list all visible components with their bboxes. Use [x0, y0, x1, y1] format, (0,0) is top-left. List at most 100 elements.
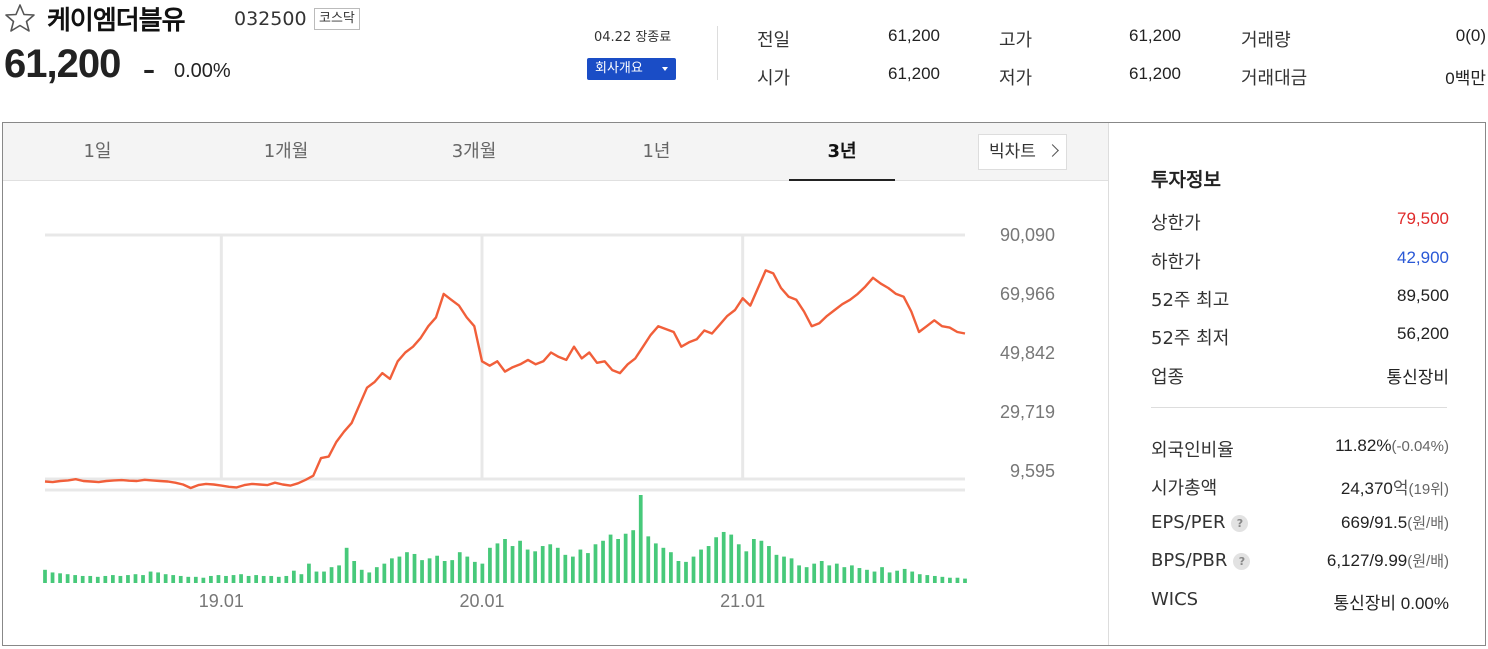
- stock-code: 032500: [234, 8, 307, 30]
- y-tick-label: 69,966: [1000, 284, 1055, 304]
- volume-bar: [126, 575, 130, 583]
- volume-bar: [751, 539, 756, 583]
- volume-bar: [254, 575, 259, 583]
- volume-bar: [103, 575, 108, 583]
- bps-pbr-value: 6,127/9.99(원/배): [1327, 550, 1449, 571]
- low52-label: 52주 최저: [1151, 328, 1230, 349]
- tab-1month[interactable]: 1개월: [192, 123, 380, 181]
- volume-bar: [608, 534, 613, 583]
- volume-bar: [887, 572, 892, 583]
- volume-bar: [178, 575, 183, 583]
- quote-label-volume: 거래량: [1241, 30, 1291, 51]
- volume-bar: [767, 546, 771, 583]
- tab-1day[interactable]: 1일: [3, 123, 192, 181]
- y-tick-label: 9,595: [1010, 461, 1055, 481]
- volume-bar: [759, 540, 764, 583]
- help-icon[interactable]: ?: [1233, 552, 1251, 570]
- volume-bar: [729, 534, 734, 583]
- foreign-ratio-number: 11.82%: [1335, 436, 1392, 455]
- volume-bar: [457, 552, 462, 583]
- change-rate: 0.00%: [174, 60, 231, 82]
- company-overview-button[interactable]: 회사개요: [587, 58, 676, 80]
- tab-3year[interactable]: 3년: [789, 123, 895, 181]
- help-icon[interactable]: ?: [1231, 514, 1249, 532]
- volume-bar: [646, 536, 651, 583]
- volume-bar: [359, 569, 364, 583]
- wics-value: 통신장비 0.00%: [1333, 594, 1450, 613]
- bps-pbr-text: BPS/PBR: [1151, 550, 1228, 571]
- volume-bar: [480, 563, 485, 583]
- volume-bar: [193, 576, 198, 583]
- volume-bar: [518, 540, 522, 583]
- volume-bar: [435, 555, 440, 583]
- volume-bar: [58, 573, 62, 583]
- volume-bar: [593, 544, 598, 583]
- eps-per-unit: (원/배): [1407, 515, 1449, 532]
- volume-bar: [65, 574, 70, 583]
- volume-bar: [163, 574, 168, 583]
- volume-bar: [209, 575, 213, 583]
- quote-value-low: 61,200: [1129, 64, 1181, 83]
- volume-bar: [397, 556, 402, 583]
- bigchart-button[interactable]: 빅차트: [978, 134, 1067, 170]
- volume-bar: [269, 575, 274, 583]
- volume-bar: [95, 576, 100, 583]
- volume-bar: [374, 567, 379, 583]
- period-tabs: 1일 1개월 3개월 1년 3년 빅차트: [3, 123, 1108, 181]
- investment-info: 투자정보 상한가 79,500 하한가 42,900 52주 최고 89,500…: [1109, 123, 1487, 645]
- volume-bar: [669, 552, 673, 583]
- volume-bar: [638, 495, 643, 583]
- volume-bar: [736, 544, 741, 583]
- volume-bar: [186, 576, 191, 583]
- quote-value-high: 61,200: [1129, 26, 1181, 45]
- volume-bar: [420, 560, 424, 583]
- quote-label-prev: 전일: [757, 30, 791, 51]
- high52-label: 52주 최고: [1151, 290, 1230, 311]
- tab-3month[interactable]: 3개월: [380, 123, 568, 181]
- stock-header: 케이엠더블유 032500 코스닥 61,200 – 0.00% 04.22 장…: [0, 0, 1488, 118]
- market-cap-rank: (19위): [1408, 481, 1449, 498]
- y-tick-label: 29,719: [1000, 402, 1055, 422]
- x-tick-label: 20.01: [459, 591, 504, 611]
- volume-bar: [631, 530, 636, 583]
- volume-bar: [940, 576, 945, 583]
- market-cap-unit: 억: [1392, 479, 1409, 498]
- volume-bar: [548, 544, 553, 583]
- volume-bar: [895, 570, 900, 583]
- volume-bar: [540, 546, 545, 583]
- volume-bar: [307, 563, 311, 583]
- volume-bar: [850, 565, 854, 583]
- volume-bar: [390, 558, 394, 583]
- volume-bar: [963, 578, 967, 583]
- volume-bar: [43, 569, 47, 583]
- volume-bar: [714, 537, 719, 583]
- volume-bar: [555, 547, 560, 583]
- market-cap-value: 24,370억(19위): [1341, 474, 1449, 499]
- tab-1year[interactable]: 1년: [568, 123, 745, 181]
- volume-bar: [563, 554, 568, 583]
- volume-bar: [503, 539, 507, 583]
- volume-bar: [948, 577, 952, 583]
- stock-name: 케이엠더블유: [47, 6, 186, 36]
- volume-bar: [570, 556, 575, 583]
- volume-bar: [789, 558, 794, 583]
- volume-bar: [488, 547, 492, 583]
- volume-bar: [616, 539, 620, 583]
- volume-bar: [299, 574, 304, 583]
- volume-bar: [239, 574, 243, 583]
- eps-per-number: 669/91.5: [1341, 513, 1408, 532]
- quote-value-open: 61,200: [888, 64, 940, 83]
- invest-divider: [1151, 407, 1447, 408]
- volume-bar: [133, 574, 138, 583]
- bps-pbr-number: 6,127/9.99: [1326, 551, 1408, 570]
- y-tick-label: 49,842: [1000, 343, 1055, 363]
- volume-bar: [405, 552, 409, 583]
- volume-bar: [834, 563, 839, 583]
- eps-per-value: 669/91.5(원/배): [1341, 512, 1449, 533]
- industry-label: 업종: [1151, 367, 1185, 388]
- volume-bar: [586, 553, 590, 583]
- volume-bar: [721, 531, 726, 583]
- price-line: [44, 269, 966, 490]
- market-close-time: 04.22 장종료: [594, 30, 672, 45]
- star-icon[interactable]: [4, 3, 36, 33]
